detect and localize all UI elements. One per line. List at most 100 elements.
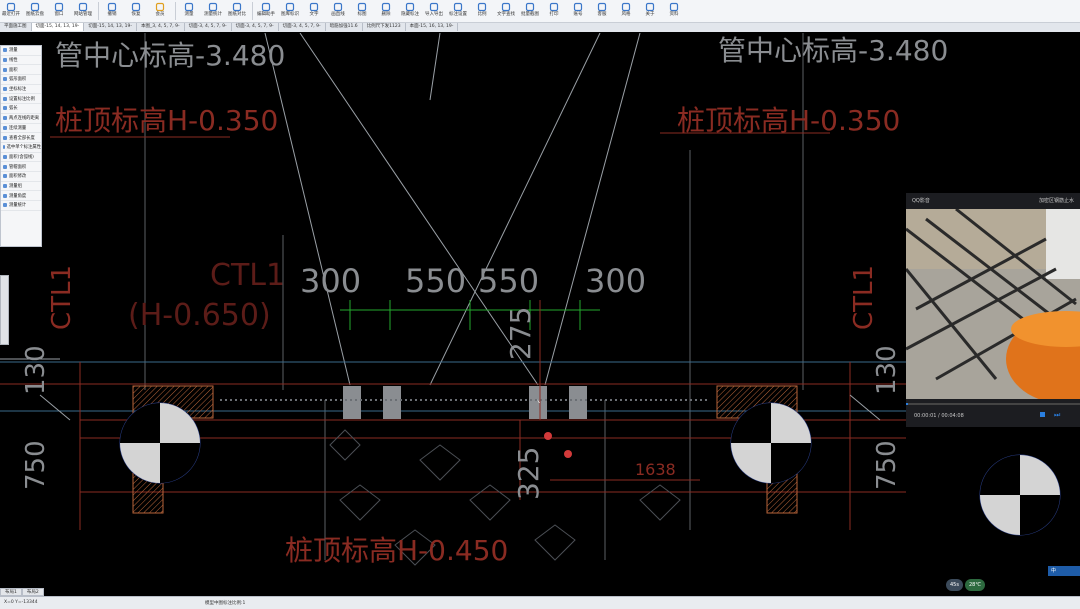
toolbar-button-label: 删除 bbox=[381, 12, 391, 17]
drawing-tab-7[interactable]: 暗筋加强11.6 bbox=[326, 23, 363, 31]
toolbar-button-27[interactable]: 资料 bbox=[663, 0, 685, 22]
video-frame[interactable] bbox=[906, 209, 1080, 399]
toolbar-button-18[interactable]: 标注设置 bbox=[447, 0, 469, 22]
toolbar-button-15[interactable]: 删除 bbox=[375, 0, 397, 22]
toolbar-button-10[interactable]: 编辑助手 bbox=[255, 0, 277, 22]
drawing-tab-6[interactable]: 切面-3, 4, 5, 7, 9- bbox=[279, 23, 326, 31]
video-player[interactable]: QQ影音 加密区钢筋止水 00:00:01 / 00:04:08 ⏭ bbox=[906, 193, 1080, 427]
measure-tool-icon bbox=[3, 67, 7, 72]
line-icon bbox=[333, 2, 343, 12]
list-icon bbox=[208, 2, 218, 12]
toolbar-button-7[interactable]: 测量 bbox=[178, 0, 200, 22]
toolbar-button-label: 编辑助手 bbox=[257, 12, 275, 17]
measure-item-label: 坐标标注 bbox=[9, 87, 27, 93]
toolbar-button-11[interactable]: 图库标识 bbox=[279, 0, 301, 22]
drawing-tab-1[interactable]: 切面-15, 14, 13, 19- bbox=[31, 23, 85, 31]
measure-item-13[interactable]: 面积修改 bbox=[1, 172, 41, 182]
info-icon bbox=[645, 2, 655, 12]
measure-item-3[interactable]: 弧形面积 bbox=[1, 75, 41, 85]
measure-item-7[interactable]: 两点连线的距离 bbox=[1, 114, 41, 124]
measure-item-10[interactable]: 选中单个标注属性 bbox=[1, 143, 41, 153]
toolbar-button-label: 风格 bbox=[621, 12, 631, 17]
toolbar-button-label: 图纸对比 bbox=[228, 12, 246, 17]
pile-symbol-far-right bbox=[979, 454, 1061, 536]
toolbar-button-16[interactable]: 隐藏标注 bbox=[399, 0, 421, 22]
toolbar-button-22[interactable]: 打印 bbox=[543, 0, 565, 22]
measure-tool-icon bbox=[3, 77, 7, 82]
toolbar-button-0[interactable]: 最近打开 bbox=[0, 0, 22, 22]
toolbar-button-21[interactable]: 批量截图 bbox=[519, 0, 541, 22]
measure-item-16[interactable]: 测量统计 bbox=[1, 201, 41, 211]
measure-item-4[interactable]: 坐标标注 bbox=[1, 85, 41, 95]
toolbar-button-17[interactable]: 导入导出 bbox=[423, 0, 445, 22]
eraser-icon bbox=[381, 2, 391, 12]
ctl-vertical-right: CTL1 bbox=[849, 265, 879, 330]
measure-tool-icon bbox=[3, 193, 7, 198]
drawing-tab-2[interactable]: 切面-15, 14, 13, 19- bbox=[84, 23, 137, 31]
measure-item-5[interactable]: 设置标注比例 bbox=[1, 94, 41, 105]
book-icon bbox=[669, 2, 679, 12]
measure-icon bbox=[184, 2, 194, 12]
measure-panel: 测量 线性 面积 弧形面积坐标标注 设置标注比例 弧长 两点连线的距离 连续测量 查看全部长度选… bbox=[0, 45, 42, 247]
toolbar-button-24[interactable]: 客服 bbox=[591, 0, 613, 22]
eye-icon bbox=[405, 2, 415, 12]
measure-item-8[interactable]: 连续测量 bbox=[1, 124, 41, 134]
measure-item-label: 管帽面积 bbox=[9, 164, 27, 170]
pile-symbol-right bbox=[730, 402, 812, 484]
toolbar-button-label: 测量统计 bbox=[204, 12, 222, 17]
video-progress[interactable] bbox=[906, 403, 908, 405]
drawing-tab-0[interactable]: 平面施工图 bbox=[0, 23, 32, 31]
toolbar-button-12[interactable]: 文字 bbox=[303, 0, 325, 22]
speed-badge[interactable]: 45s bbox=[946, 579, 963, 591]
screenshot-icon bbox=[525, 2, 535, 12]
toolbar-button-label: 会员 bbox=[155, 12, 165, 17]
measure-item-12[interactable]: 管帽面积 bbox=[1, 162, 41, 172]
panel-collapse-handle[interactable] bbox=[0, 275, 9, 345]
measure-item-11[interactable]: 面积(含弧线) bbox=[1, 153, 41, 163]
measure-item-2[interactable]: 面积 bbox=[1, 65, 41, 76]
measure-item-label: 测量统计 bbox=[9, 203, 27, 209]
toolbar-button-9[interactable]: 图纸对比 bbox=[226, 0, 248, 22]
toolbar-button-6[interactable]: 会员 bbox=[149, 0, 171, 22]
toolbar-button-5[interactable]: 恢复 bbox=[125, 0, 147, 22]
toolbar-button-14[interactable]: 标图 bbox=[351, 0, 373, 22]
ime-indicator[interactable]: 中 bbox=[1048, 566, 1080, 576]
toolbar-button-23[interactable]: 账号 bbox=[567, 0, 589, 22]
import-icon bbox=[429, 2, 439, 12]
toolbar-button-4[interactable]: 撤销 bbox=[101, 0, 123, 22]
toolbar-button-26[interactable]: 关于 bbox=[639, 0, 661, 22]
video-right-label: 加密区钢筋止水 bbox=[1038, 197, 1074, 204]
stop-icon[interactable] bbox=[1040, 412, 1045, 417]
toolbar-button-19[interactable]: 比例 bbox=[471, 0, 493, 22]
dim-550-a: 550 bbox=[405, 262, 466, 300]
status-bar: X=0 Y=-13344 模型中图标注比例:1 bbox=[0, 596, 1080, 609]
toolbar-button-8[interactable]: 测量统计 bbox=[202, 0, 224, 22]
toolbar-button-2[interactable]: 窗口 bbox=[48, 0, 70, 22]
text-icon bbox=[309, 2, 319, 12]
measure-item-6[interactable]: 弧长 bbox=[1, 104, 41, 114]
drawing-tab-5[interactable]: 切面-3, 4, 5, 7, 9- bbox=[232, 23, 279, 31]
measure-item-9[interactable]: 查看全部长度 bbox=[1, 133, 41, 143]
video-header: QQ影音 加密区钢筋止水 bbox=[906, 193, 1080, 207]
drawing-tab-9[interactable]: 本面-15, 16, 13, 19- bbox=[406, 23, 459, 31]
toolbar-button-20[interactable]: 文字查找 bbox=[495, 0, 517, 22]
toolbar-button-3[interactable]: 网站管理 bbox=[72, 0, 94, 22]
toolbar-button-25[interactable]: 风格 bbox=[615, 0, 637, 22]
measure-item-1[interactable]: 线性 bbox=[1, 56, 41, 66]
drawing-tab-3[interactable]: 本图_3, 4, 5, 7, 9- bbox=[137, 23, 185, 31]
measure-item-14[interactable]: 测量组 bbox=[1, 182, 41, 192]
toolbar-button-label: 网站管理 bbox=[74, 12, 92, 17]
toolbar-separator bbox=[252, 2, 253, 20]
layout-tab-1[interactable]: 布局2 bbox=[21, 588, 44, 596]
measure-item-0[interactable]: 测量 bbox=[1, 46, 41, 56]
temp-badge[interactable]: 28℃ bbox=[964, 579, 985, 591]
next-icon[interactable]: ⏭ bbox=[1054, 411, 1060, 420]
drawing-tab-8[interactable]: 比例尺下发1123 bbox=[363, 23, 406, 31]
toolbar-button-13[interactable]: 画直线 bbox=[327, 0, 349, 22]
drawing-tab-4[interactable]: 切面-3, 4, 5, 7, 9- bbox=[185, 23, 232, 31]
layout-tab-0[interactable]: 布局1 bbox=[0, 588, 22, 596]
edit-icon bbox=[261, 2, 271, 12]
measure-item-15[interactable]: 测量角度 bbox=[1, 191, 41, 201]
toolbar-button-1[interactable]: 图纸云盘 bbox=[24, 0, 46, 22]
toolbar-button-label: 客服 bbox=[597, 12, 607, 17]
